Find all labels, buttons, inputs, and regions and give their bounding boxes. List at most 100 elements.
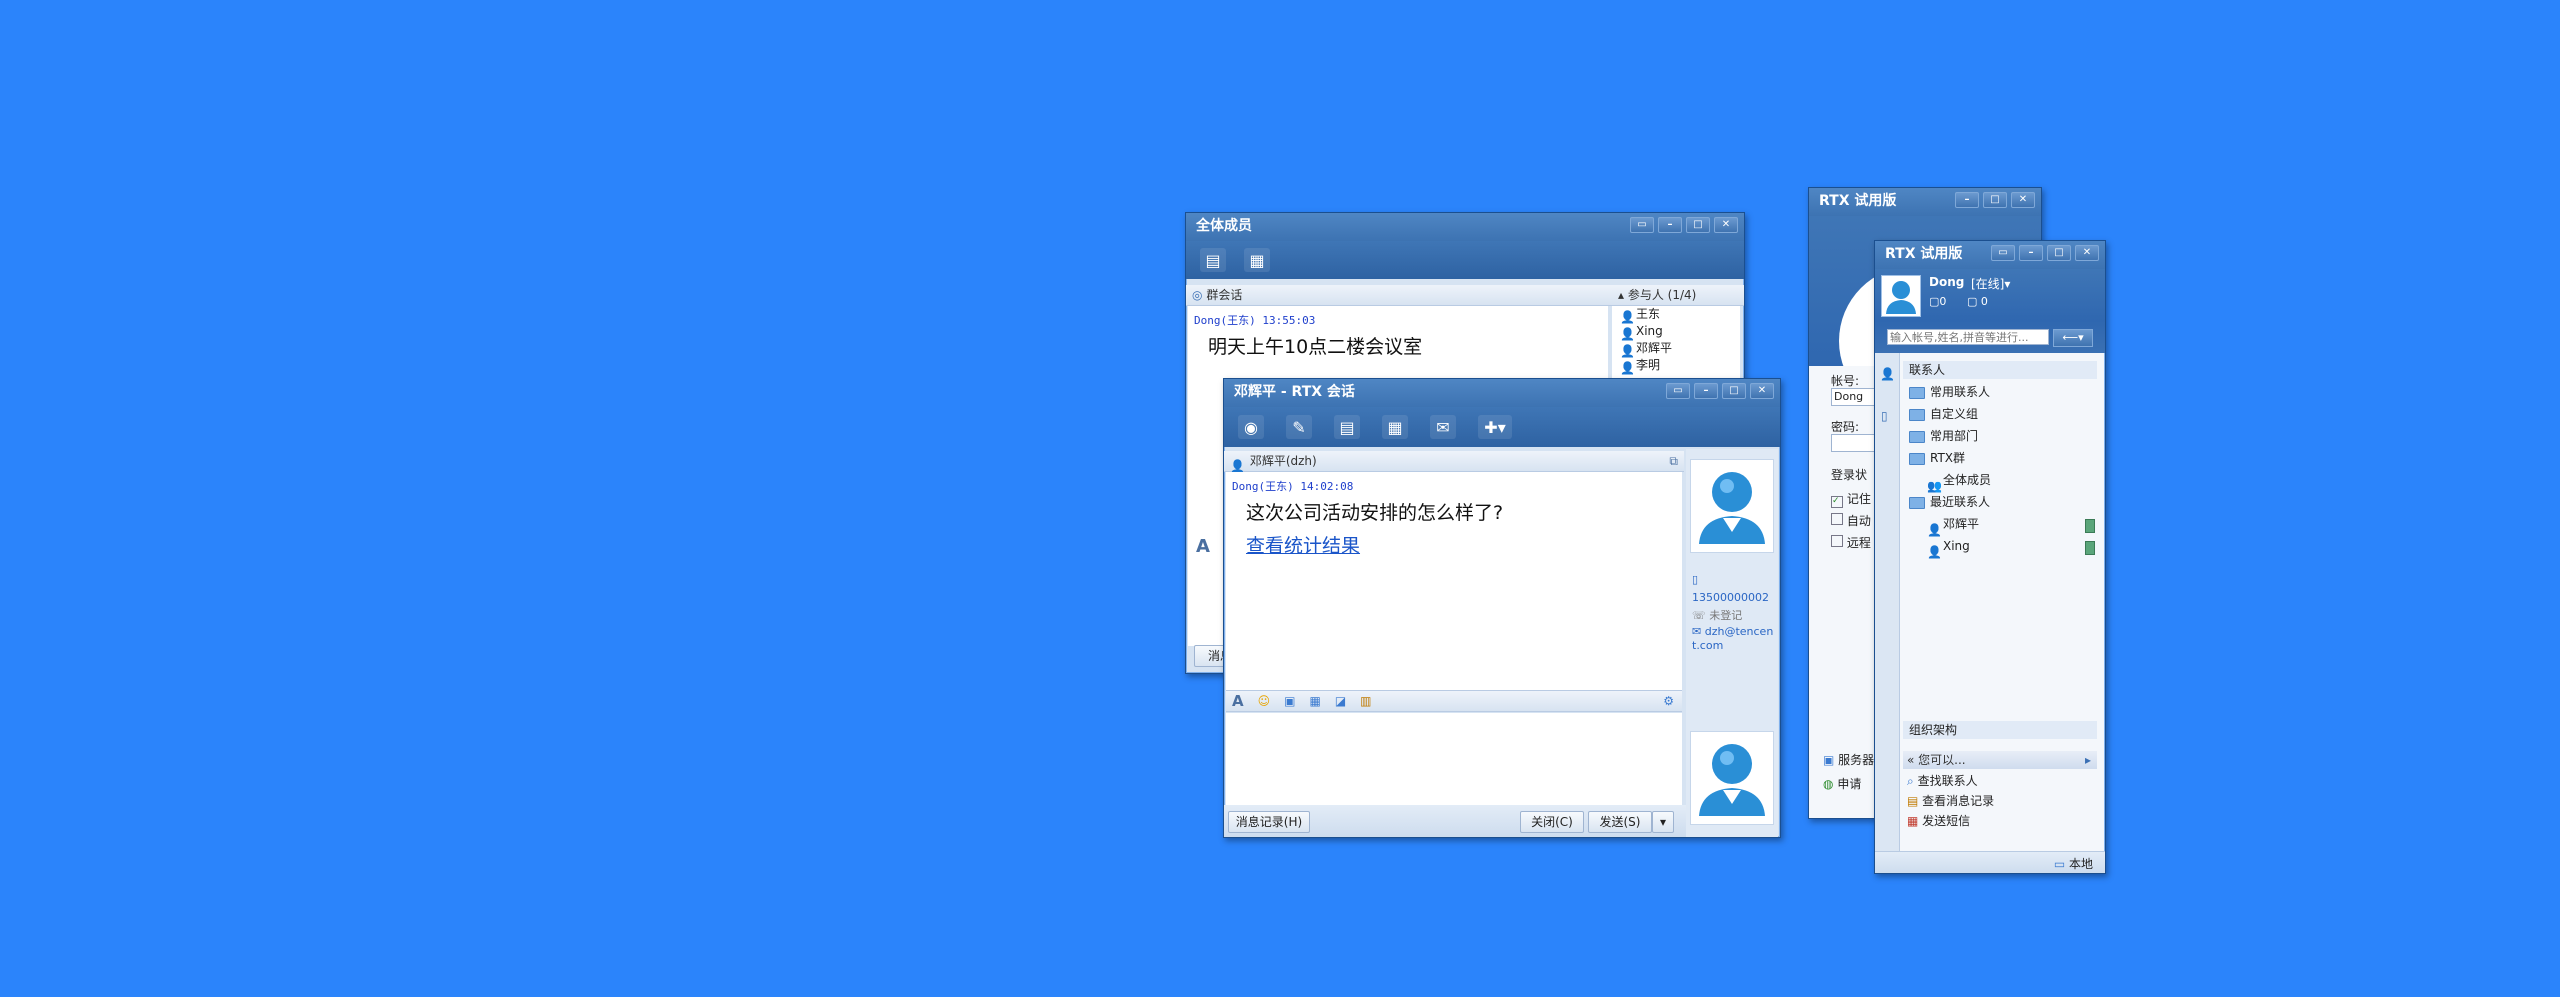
close-chat-button[interactable]: 关闭(C) xyxy=(1520,811,1584,833)
close-button[interactable]: ✕ xyxy=(1750,383,1774,399)
close-button[interactable]: ✕ xyxy=(1714,217,1738,233)
view-history-action[interactable]: ▤ 查看消息记录 xyxy=(1907,791,1994,811)
own-avatar[interactable] xyxy=(1690,731,1774,825)
search-bar: ⟵▾ xyxy=(1875,321,2105,353)
picture-icon[interactable]: ▦ xyxy=(1382,415,1408,439)
user-icon: 👤 xyxy=(1927,544,1942,559)
send-sms-action[interactable]: ▦ 发送短信 xyxy=(1907,811,1994,831)
minimize-button[interactable]: – xyxy=(2019,245,2043,261)
contact-avatar[interactable] xyxy=(1690,459,1774,553)
maximize-button[interactable]: □ xyxy=(1686,217,1710,233)
send-button[interactable]: 发送(S) xyxy=(1588,811,1652,833)
folder-icon[interactable]: ▤ xyxy=(1200,248,1226,272)
main-footer: ▭ 本地 xyxy=(1875,851,2105,873)
restore-icon[interactable]: ▭ xyxy=(1991,245,2015,261)
chevron-up-icon: ▴ xyxy=(1618,288,1625,302)
picture-icon[interactable]: ▦ xyxy=(1244,248,1270,272)
history-button[interactable]: 消息记录(H) xyxy=(1228,811,1310,833)
participant-item[interactable]: 👤李明 xyxy=(1612,357,1740,375)
group-title-bar[interactable]: 全体成员 ▭ – □ ✕ xyxy=(1186,213,1744,241)
folder-icon[interactable]: ▤ xyxy=(1334,415,1360,439)
chat-message-area[interactable]: Dong(王东) 14:02:08 这次公司活动安排的怎么样了? 查看统计结果 xyxy=(1226,472,1682,690)
checkbox-icon xyxy=(1831,513,1843,525)
video-call-icon[interactable]: ◉ xyxy=(1238,415,1264,439)
sms-icon[interactable]: ✉ xyxy=(1430,415,1456,439)
tree-item-frequent-contacts[interactable]: 常用联系人 xyxy=(1909,381,2099,403)
chat-toolbar: ◉ ✎ ▤ ▦ ✉ ✚▾ xyxy=(1224,407,1780,447)
folder-icon xyxy=(1909,430,1925,443)
close-button[interactable]: ✕ xyxy=(2075,245,2099,261)
screen-icon[interactable]: ⧉ xyxy=(1669,451,1678,471)
send-options-button[interactable]: ▾ xyxy=(1652,811,1674,833)
sms-counter[interactable]: ▢ 0 xyxy=(1967,295,1988,308)
local-button[interactable]: ▭ 本地 xyxy=(2054,855,2093,872)
search-button[interactable]: ⟵▾ xyxy=(2053,329,2093,347)
tree-item-frequent-departments[interactable]: 常用部门 xyxy=(1909,425,2099,447)
login-title-bar[interactable]: RTX 试用版 – □ ✕ xyxy=(1809,188,2041,216)
font-icon[interactable]: A xyxy=(1232,692,1244,710)
participant-item[interactable]: 👤Xing xyxy=(1612,323,1740,341)
tree-item-contact[interactable]: 👤Xing xyxy=(1909,535,2099,559)
participant-item[interactable]: 👤王东 xyxy=(1612,306,1740,324)
minimize-button[interactable]: – xyxy=(1694,383,1718,399)
statistics-link[interactable]: 查看统计结果 xyxy=(1246,535,1360,557)
side-tab-strip: 👤 ▯ xyxy=(1875,353,1900,853)
capture-icon[interactable]: ▣ xyxy=(1284,694,1295,708)
font-icon[interactable]: A xyxy=(1196,536,1210,557)
mobile-icon: ▯ xyxy=(1692,573,1699,586)
folder-icon xyxy=(1909,452,1925,465)
search-icon: ⌕ xyxy=(1907,774,1914,788)
participants-toggle[interactable]: ▴ 参与人 (1/4) xyxy=(1618,285,1696,305)
maximize-button[interactable]: □ xyxy=(2047,245,2071,261)
message-counter[interactable]: ▢0 xyxy=(1929,295,1946,308)
contacts-tab-icon[interactable]: 👤 xyxy=(1880,367,1895,381)
server-icon: ▣ xyxy=(1823,753,1835,767)
user-avatar[interactable] xyxy=(1881,275,1921,317)
settings-icon[interactable]: ⚙ xyxy=(1663,694,1674,708)
restore-icon[interactable]: ▭ xyxy=(1630,217,1654,233)
tree-item-recent-contacts[interactable]: 最近联系人 xyxy=(1909,491,2099,513)
contacts-header[interactable]: 联系人 xyxy=(1903,361,2097,379)
minimize-button[interactable]: – xyxy=(1658,217,1682,233)
maximize-button[interactable]: □ xyxy=(1722,383,1746,399)
tree-item-all-members[interactable]: 👥全体成员 xyxy=(1909,469,2099,493)
contact-info-panel: ▯ 13500000002 ☏ 未登记 ✉ dzh@tencent.com xyxy=(1686,449,1778,837)
phone-number[interactable]: 13500000002 xyxy=(1692,591,1769,604)
chat-input-area[interactable] xyxy=(1226,713,1682,805)
chart-icon[interactable]: ▥ xyxy=(1360,694,1371,708)
user-icon: 👤 xyxy=(1620,326,1635,341)
user-icon: 👤 xyxy=(1620,309,1635,324)
main-title-bar[interactable]: RTX 试用版 ▭ – □ ✕ xyxy=(1875,241,2105,269)
org-header[interactable]: 组织架构 xyxy=(1903,721,2097,739)
participant-item[interactable]: 👤邓辉平 xyxy=(1612,340,1740,358)
find-contact-action[interactable]: ⌕ 查找联系人 xyxy=(1907,771,1994,791)
email-row: ✉ dzh@tencent.com xyxy=(1692,625,1778,653)
remember-checkbox[interactable]: ✓ 记住 xyxy=(1831,488,1871,510)
screenshot-icon[interactable]: ◪ xyxy=(1335,694,1346,708)
email-value[interactable]: dzh@tencent.com xyxy=(1692,625,1773,652)
add-app-icon[interactable]: ✚▾ xyxy=(1478,415,1512,439)
pen-icon[interactable]: ✎ xyxy=(1286,415,1312,439)
phone-tab-icon[interactable]: ▯ xyxy=(1881,409,1888,423)
chat-title-bar[interactable]: 邓辉平 - RTX 会话 ▭ – □ ✕ xyxy=(1224,379,1780,407)
status-dropdown[interactable]: [在线]▾ xyxy=(1971,275,2010,292)
maximize-button[interactable]: □ xyxy=(1983,192,2007,208)
emoji-icon[interactable]: ☺ xyxy=(1258,694,1271,708)
search-input[interactable] xyxy=(1887,329,2049,345)
apply-icon: ◍ xyxy=(1823,777,1834,791)
can-do-header[interactable]: « 您可以... ▸ xyxy=(1903,751,2097,769)
history-icon: ▤ xyxy=(1907,794,1919,808)
folder-icon xyxy=(1909,408,1925,421)
tree-item-contact[interactable]: 👤邓辉平 xyxy=(1909,513,2099,537)
image-icon[interactable]: ▦ xyxy=(1309,694,1320,708)
close-button[interactable]: ✕ xyxy=(2011,192,2035,208)
group-session-bar: ◎ 群会话 ▴ 参与人 (1/4) xyxy=(1186,285,1744,306)
restore-icon[interactable]: ▭ xyxy=(1666,383,1690,399)
server-link[interactable]: ▣ 服务器 xyxy=(1823,748,1874,772)
minimize-button[interactable]: – xyxy=(1955,192,1979,208)
auto-login-checkbox[interactable]: 自动 xyxy=(1831,510,1871,532)
tree-item-rtx-groups[interactable]: RTX群 xyxy=(1909,447,2099,469)
apply-link[interactable]: ◍ 申请 xyxy=(1823,772,1874,796)
remote-checkbox[interactable]: 远程 xyxy=(1831,532,1871,554)
tree-item-custom-group[interactable]: 自定义组 xyxy=(1909,403,2099,425)
